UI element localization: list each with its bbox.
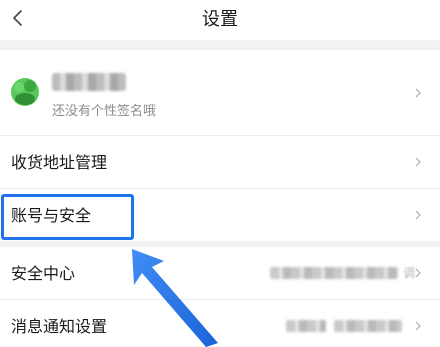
page-title: 设置 bbox=[202, 9, 238, 30]
chevron-right-icon bbox=[415, 210, 421, 220]
row-value-blurred bbox=[334, 320, 402, 332]
pointer-arrow-icon bbox=[132, 249, 218, 347]
chevron-right-icon bbox=[415, 268, 421, 278]
row-value-blurred bbox=[286, 320, 326, 332]
profile-name-blurred bbox=[52, 73, 126, 91]
profile-signature: 还没有个性签名哦 bbox=[52, 104, 157, 119]
chevron-right-icon bbox=[415, 88, 421, 98]
top-nav-bar: 设置 bbox=[0, 0, 440, 40]
chevron-right-icon bbox=[415, 157, 421, 167]
row-value-blurred bbox=[270, 267, 398, 279]
row-label: 收货地址管理 bbox=[11, 153, 108, 172]
row-label: 消息通知设置 bbox=[11, 317, 108, 336]
avatar bbox=[9, 76, 41, 108]
row-shipping-address[interactable]: 收货地址管理 bbox=[0, 136, 440, 188]
profile-row[interactable]: 还没有个性签名哦 bbox=[0, 50, 440, 135]
row-label: 安全中心 bbox=[11, 264, 76, 283]
chevron-right-icon bbox=[415, 321, 421, 331]
highlight-box bbox=[1, 194, 134, 240]
